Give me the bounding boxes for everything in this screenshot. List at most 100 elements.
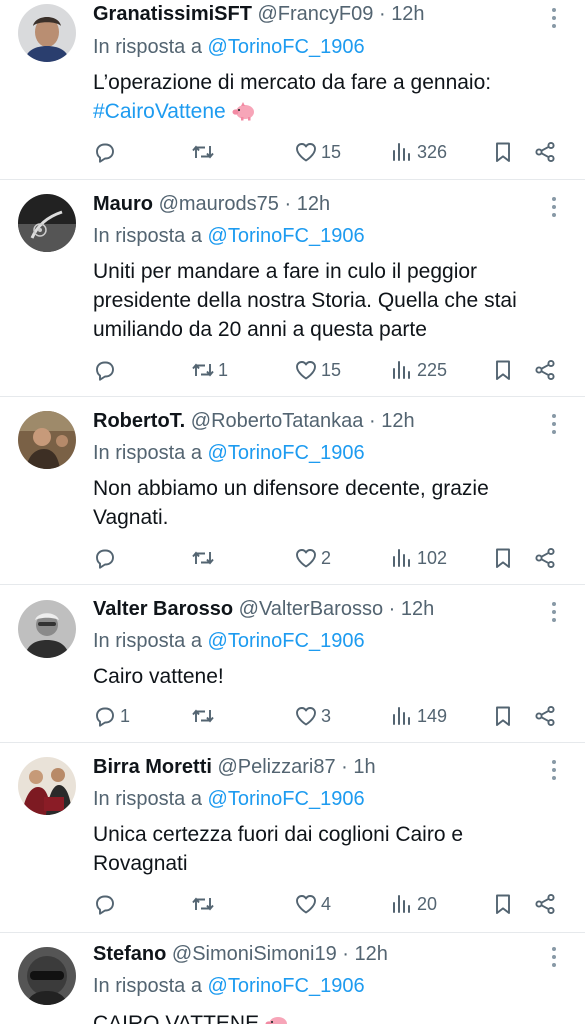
views-button[interactable]: 20 bbox=[390, 891, 437, 917]
tweet-header: Valter Barosso @ValterBarosso · 12h bbox=[93, 598, 434, 621]
views-button[interactable]: 149 bbox=[390, 703, 447, 729]
like-button[interactable]: 4 bbox=[294, 891, 331, 917]
avatar[interactable] bbox=[18, 600, 76, 658]
reply-button[interactable] bbox=[93, 891, 120, 917]
more-icon[interactable] bbox=[546, 7, 562, 29]
views-icon bbox=[390, 358, 414, 382]
like-button[interactable]: 2 bbox=[294, 545, 331, 571]
like-count: 15 bbox=[321, 141, 342, 162]
more-icon[interactable] bbox=[546, 946, 562, 968]
mention-link[interactable]: @TorinoFC_1906 bbox=[208, 442, 365, 464]
views-button[interactable]: 102 bbox=[390, 545, 447, 571]
separator: · bbox=[368, 410, 376, 432]
retweet-icon bbox=[191, 704, 215, 728]
display-name[interactable]: RobertoT. bbox=[93, 410, 185, 432]
share-button[interactable] bbox=[533, 357, 557, 383]
reply-button[interactable] bbox=[93, 139, 120, 165]
retweet-button[interactable] bbox=[191, 703, 218, 729]
separator: · bbox=[378, 3, 386, 25]
reply-button[interactable] bbox=[93, 545, 120, 571]
user-handle[interactable]: @ValterBarosso bbox=[239, 598, 383, 620]
display-name[interactable]: GranatissimiSFT bbox=[93, 3, 252, 25]
more-icon[interactable] bbox=[546, 413, 562, 435]
user-handle[interactable]: @Pelizzari87 bbox=[217, 756, 335, 778]
tweet-text: Cairo vattene! bbox=[93, 665, 224, 688]
tweet-item[interactable]: Mauro @maurods75 · 12h In risposta a @To… bbox=[0, 180, 585, 397]
bookmark-button[interactable] bbox=[491, 357, 515, 383]
mention-link[interactable]: @TorinoFC_1906 bbox=[208, 225, 365, 247]
reply-count: 1 bbox=[120, 705, 131, 726]
bookmark-button[interactable] bbox=[491, 139, 515, 165]
retweet-button[interactable]: 1 bbox=[191, 357, 228, 383]
reply-icon bbox=[93, 358, 117, 382]
views-button[interactable]: 225 bbox=[390, 357, 447, 383]
timestamp[interactable]: 12h bbox=[401, 598, 434, 620]
tweet-item[interactable]: Birra Moretti @Pelizzari87 · 1h In rispo… bbox=[0, 743, 585, 933]
user-handle[interactable]: @FrancyF09 bbox=[258, 3, 374, 25]
avatar[interactable] bbox=[18, 4, 76, 62]
tweet-header: GranatissimiSFT @FrancyF09 · 12h bbox=[93, 3, 425, 26]
timestamp[interactable]: 12h bbox=[297, 193, 330, 215]
bookmark-icon bbox=[491, 140, 515, 164]
views-button[interactable]: 326 bbox=[390, 139, 447, 165]
reply-prefix: In risposta a bbox=[93, 225, 202, 247]
user-handle[interactable]: @RobertoTatankaa bbox=[191, 410, 364, 432]
retweet-button[interactable] bbox=[191, 545, 218, 571]
avatar[interactable] bbox=[18, 947, 76, 1005]
more-icon[interactable] bbox=[546, 601, 562, 623]
tweet-item[interactable]: Stefano @SimoniSimoni19 · 12h In rispost… bbox=[0, 933, 585, 1024]
display-name[interactable]: Valter Barosso bbox=[93, 598, 233, 620]
reply-prefix: In risposta a bbox=[93, 36, 202, 58]
separator: · bbox=[388, 598, 396, 620]
tweet-text-line: CAIRO VATTENE bbox=[93, 1012, 260, 1024]
retweet-icon bbox=[191, 892, 215, 916]
retweet-icon bbox=[191, 546, 215, 570]
like-button[interactable]: 3 bbox=[294, 703, 331, 729]
avatar[interactable] bbox=[18, 411, 76, 469]
tweet-item[interactable]: GranatissimiSFT @FrancyF09 · 12h In risp… bbox=[0, 0, 585, 180]
share-icon bbox=[533, 704, 557, 728]
user-handle[interactable]: @maurods75 bbox=[159, 193, 279, 215]
avatar[interactable] bbox=[18, 194, 76, 252]
reply-context: In risposta a @TorinoFC_1906 bbox=[93, 225, 365, 248]
retweet-button[interactable] bbox=[191, 139, 218, 165]
share-button[interactable] bbox=[533, 139, 557, 165]
bookmark-button[interactable] bbox=[491, 703, 515, 729]
more-icon[interactable] bbox=[546, 759, 562, 781]
share-button[interactable] bbox=[533, 545, 557, 571]
tweet-item[interactable]: Valter Barosso @ValterBarosso · 12h In r… bbox=[0, 585, 585, 743]
timestamp[interactable]: 1h bbox=[353, 756, 375, 778]
display-name[interactable]: Stefano bbox=[93, 943, 166, 965]
mention-link[interactable]: @TorinoFC_1906 bbox=[208, 975, 365, 997]
like-count: 3 bbox=[321, 705, 332, 726]
tweet-item[interactable]: RobertoT. @RobertoTatankaa · 12h In risp… bbox=[0, 397, 585, 585]
user-handle[interactable]: @SimoniSimoni19 bbox=[172, 943, 337, 965]
like-button[interactable]: 15 bbox=[294, 357, 341, 383]
separator: · bbox=[341, 756, 348, 778]
share-button[interactable] bbox=[533, 703, 557, 729]
reply-button[interactable]: 1 bbox=[93, 703, 130, 729]
display-name[interactable]: Birra Moretti bbox=[93, 756, 212, 778]
mention-link[interactable]: @TorinoFC_1906 bbox=[208, 630, 365, 652]
retweet-icon bbox=[191, 140, 215, 164]
timestamp[interactable]: 12h bbox=[391, 3, 424, 25]
bookmark-icon bbox=[491, 892, 515, 916]
timestamp[interactable]: 12h bbox=[381, 410, 414, 432]
bookmark-button[interactable] bbox=[491, 545, 515, 571]
tweet-header: RobertoT. @RobertoTatankaa · 12h bbox=[93, 410, 415, 433]
like-button[interactable]: 15 bbox=[294, 139, 341, 165]
views-icon bbox=[390, 892, 414, 916]
bookmark-button[interactable] bbox=[491, 891, 515, 917]
more-icon[interactable] bbox=[546, 196, 562, 218]
view-count: 326 bbox=[417, 141, 448, 162]
retweet-button[interactable] bbox=[191, 891, 218, 917]
mention-link[interactable]: @TorinoFC_1906 bbox=[208, 36, 365, 58]
mention-link[interactable]: @TorinoFC_1906 bbox=[208, 788, 365, 810]
reply-prefix: In risposta a bbox=[93, 975, 202, 997]
timestamp[interactable]: 12h bbox=[355, 943, 388, 965]
reply-button[interactable] bbox=[93, 357, 120, 383]
hashtag-link[interactable]: #CairoVattene bbox=[93, 100, 226, 123]
avatar[interactable] bbox=[18, 757, 76, 815]
share-button[interactable] bbox=[533, 891, 557, 917]
display-name[interactable]: Mauro bbox=[93, 193, 153, 215]
